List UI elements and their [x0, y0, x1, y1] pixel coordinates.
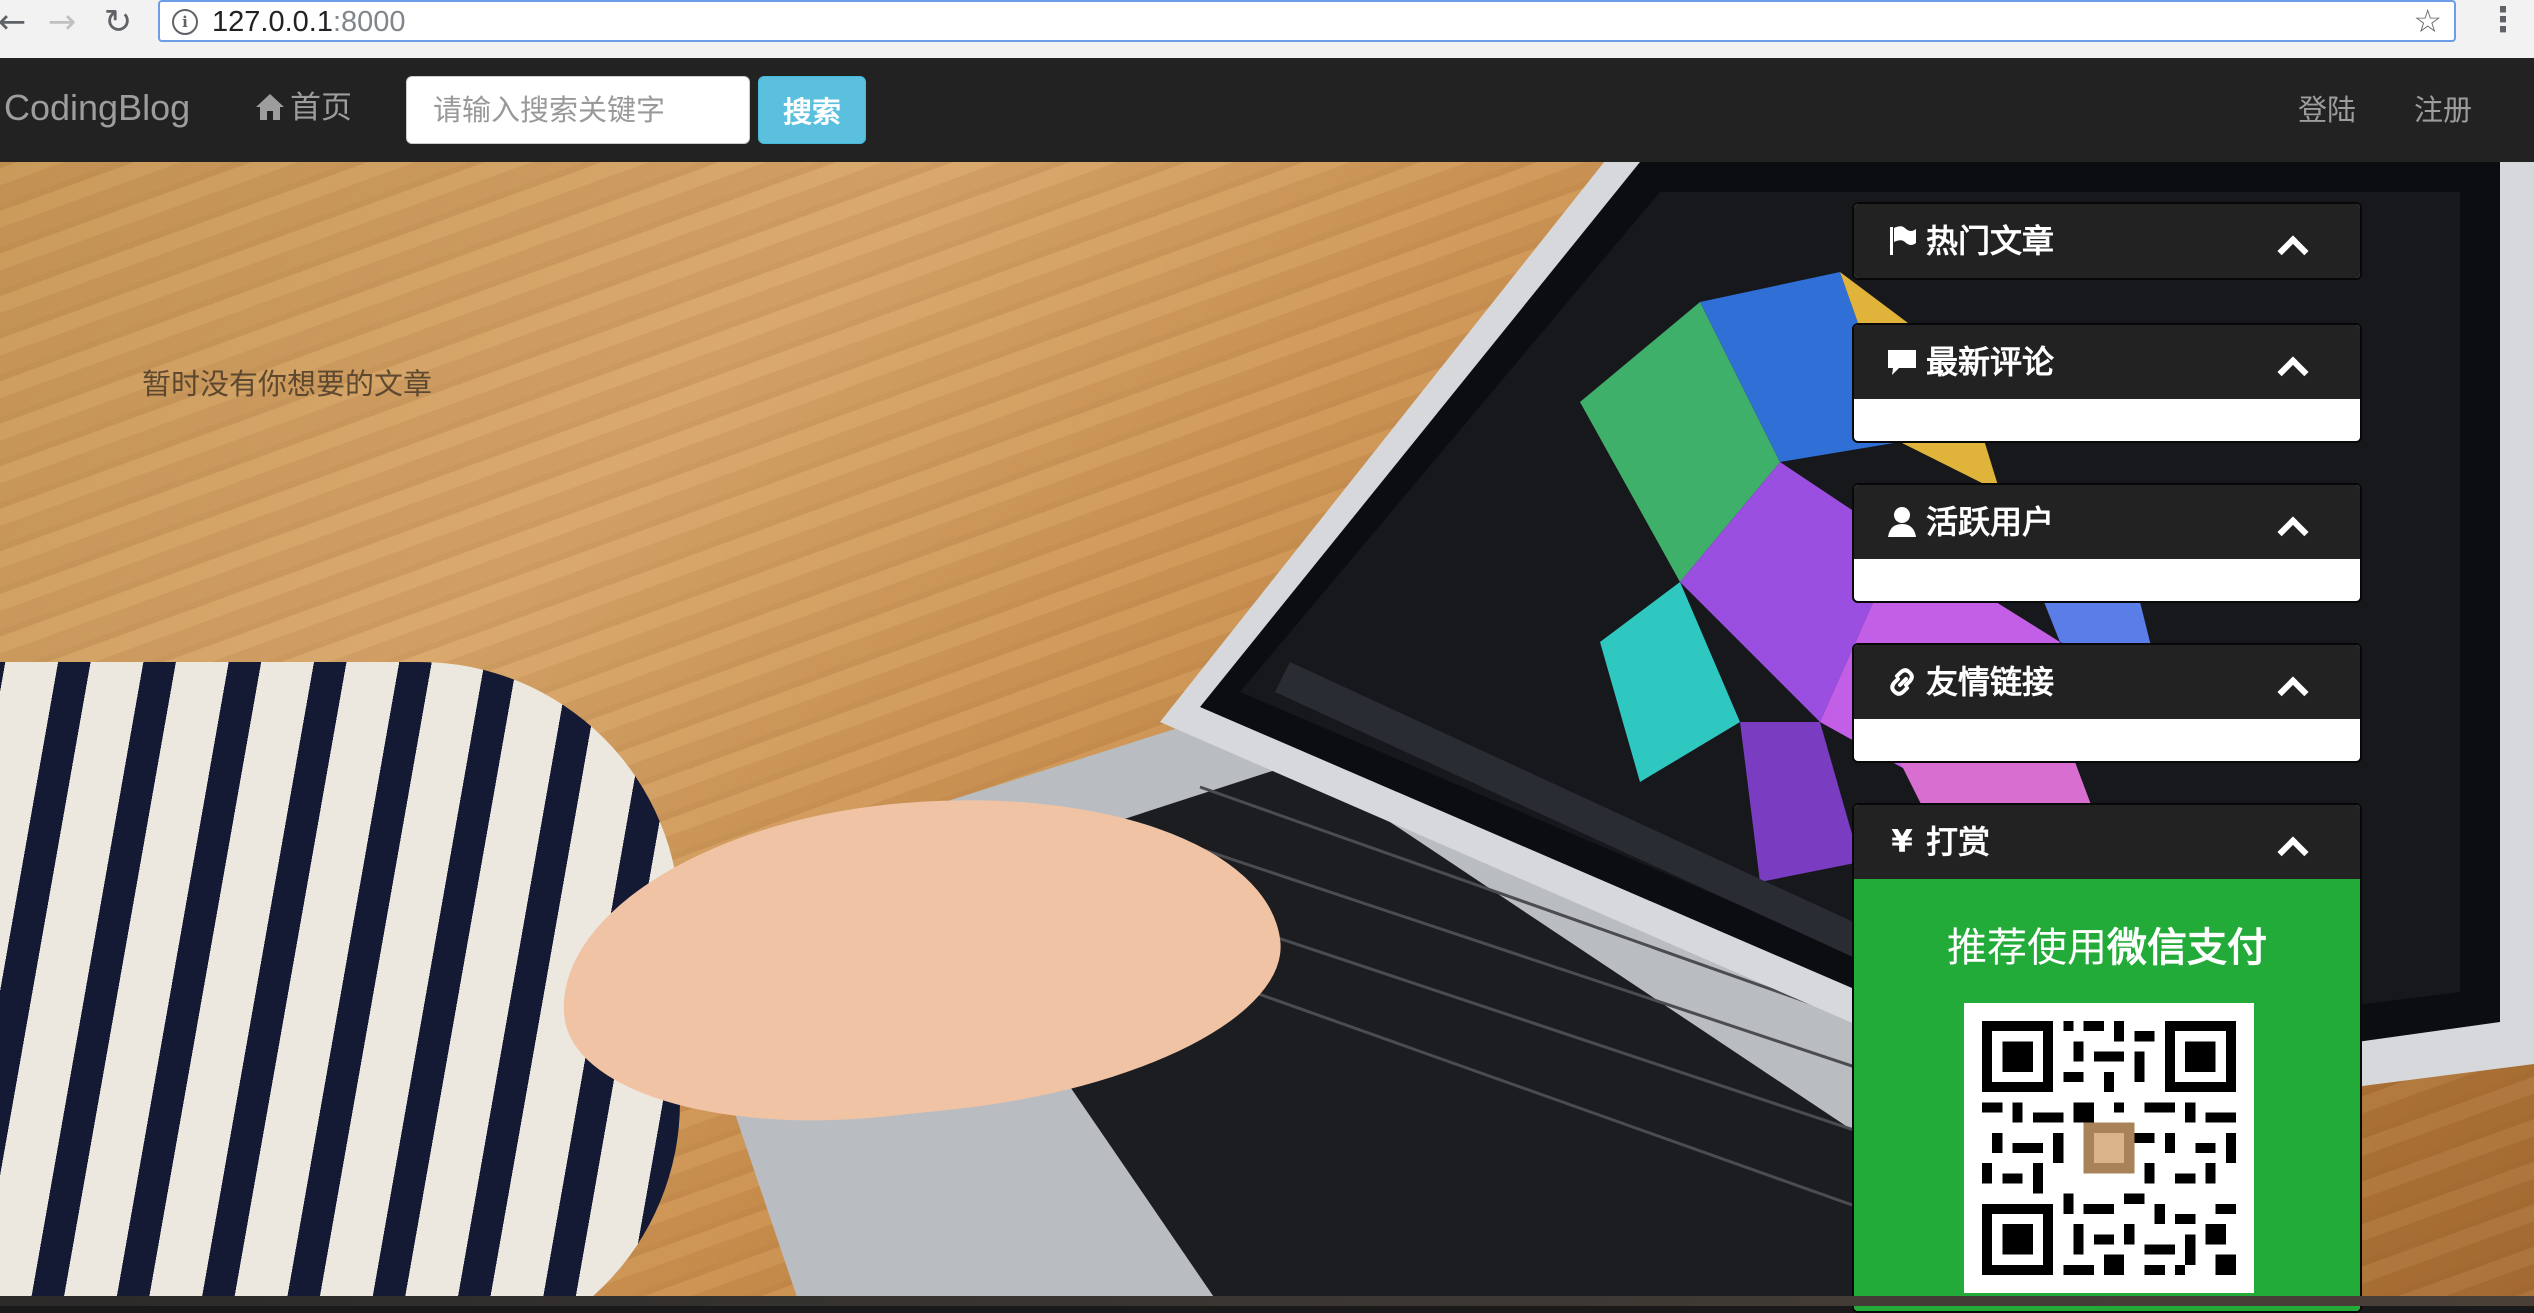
brand-link[interactable]: CodingBlog [4, 86, 190, 130]
active-users-header[interactable]: 活跃用户 [1854, 485, 2360, 559]
latest-comments-header[interactable]: 最新评论 [1854, 325, 2360, 399]
reward-title: 打赏 [1926, 823, 1991, 861]
flag-icon [1890, 226, 1916, 255]
active-users-title: 活跃用户 [1926, 503, 2055, 541]
url-port: :8000 [332, 6, 406, 38]
chevron-up-icon[interactable] [2277, 676, 2309, 708]
link-icon [1890, 668, 1914, 696]
back-arrow-icon[interactable]: ← [0, 2, 32, 42]
reward-panel: ¥ 打赏 推荐使用微信支付 [1852, 803, 2362, 1313]
wechat-pay-text: 推荐使用微信支付 [1854, 923, 2360, 973]
chevron-up-icon[interactable] [2277, 836, 2309, 868]
user-icon [1888, 507, 1916, 537]
chevron-up-icon[interactable] [2277, 235, 2309, 267]
nav-home-label: 首页 [290, 90, 352, 126]
chevron-up-icon[interactable] [2277, 516, 2309, 548]
yen-icon: ¥ [1891, 824, 1913, 860]
latest-comments-title: 最新评论 [1926, 343, 2055, 381]
url-text[interactable]: 127.0.0.1:8000 [212, 5, 406, 39]
qr-code-image [1982, 1021, 2236, 1275]
search-button[interactable]: 搜索 [758, 76, 866, 144]
bottom-edge [0, 1296, 2534, 1306]
reward-body: 推荐使用微信支付 [1854, 879, 2360, 1311]
address-bar[interactable]: i 127.0.0.1:8000 ☆ [158, 0, 2456, 42]
wechat-pay-bold: 微信支付 [2107, 925, 2267, 971]
latest-comments-panel: 最新评论 [1852, 323, 2362, 443]
chevron-up-icon[interactable] [2277, 356, 2309, 388]
browser-toolbar: ← → ↻ i 127.0.0.1:8000 ☆ ⋮ [0, 0, 2534, 59]
friend-links-panel: 友情链接 [1852, 643, 2362, 763]
empty-articles-message: 暂时没有你想要的文章 [142, 367, 433, 401]
reload-icon[interactable]: ↻ [98, 2, 138, 42]
wechat-pay-prefix: 推荐使用 [1947, 925, 2107, 971]
friend-links-header[interactable]: 友情链接 [1854, 645, 2360, 719]
nav-home-link[interactable]: 首页 [254, 88, 352, 128]
register-link[interactable]: 注册 [2414, 90, 2472, 130]
hot-articles-title: 热门文章 [1926, 222, 2055, 260]
forward-arrow-icon[interactable]: → [42, 2, 82, 42]
home-icon [256, 94, 284, 120]
reward-header[interactable]: ¥ 打赏 [1854, 805, 2360, 879]
info-icon[interactable]: i [172, 9, 198, 35]
site-navbar: CodingBlog 首页 搜索 登陆 注册 [0, 58, 2534, 164]
friend-links-title: 友情链接 [1926, 663, 2055, 701]
login-link[interactable]: 登陆 [2298, 90, 2356, 130]
comment-icon [1888, 350, 1916, 375]
wechat-pay-qr-code [1964, 1003, 2254, 1293]
browser-menu-icon[interactable]: ⋮ [2486, 0, 2520, 40]
hot-articles-header[interactable]: 热门文章 [1854, 204, 2360, 278]
hot-articles-panel: 热门文章 [1852, 202, 2362, 280]
active-users-panel: 活跃用户 [1852, 483, 2362, 603]
bookmark-star-icon[interactable]: ☆ [2413, 4, 2442, 38]
url-host: 127.0.0.1 [212, 6, 333, 38]
search-input[interactable] [406, 76, 750, 144]
